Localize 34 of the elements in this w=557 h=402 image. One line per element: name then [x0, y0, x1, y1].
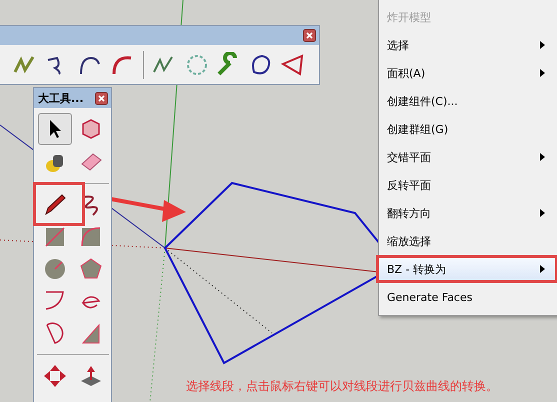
polygon-icon[interactable] — [78, 257, 102, 281]
rectangle-icon[interactable] — [42, 225, 66, 249]
menu-item[interactable]: 面积(A) — [376, 59, 557, 87]
menu-item[interactable]: 反转平面 — [376, 171, 557, 199]
menu-item-label: 选择 — [387, 38, 409, 52]
menu-item-label: 交错平面 — [387, 150, 431, 164]
rounded-rectangle-icon[interactable] — [78, 225, 102, 249]
menu-item[interactable]: 选择 — [376, 31, 557, 59]
menu-item-label: 创建群组(G) — [387, 122, 448, 136]
caption-text: 选择线段，点击鼠标右键可以对线段进行贝兹曲线的转换。 — [186, 378, 498, 395]
palette-title: 大工具... — [38, 90, 84, 106]
menu-item-label: 面积(A) — [387, 66, 426, 80]
highlight-frame — [33, 182, 85, 226]
menu-item-label: 翻转方向 — [387, 206, 431, 220]
menu-item[interactable]: 翻转方向 — [376, 199, 557, 227]
select-tool[interactable] — [38, 113, 72, 145]
close-icon[interactable] — [303, 29, 316, 42]
menu-item[interactable]: Generate Faces — [376, 283, 557, 311]
circle-icon[interactable] — [42, 257, 66, 281]
menu-item-label: 缩放选择 — [387, 234, 431, 248]
menu-item[interactable]: BZ - 转换为 — [376, 255, 557, 283]
menu-item[interactable]: 交错平面 — [376, 143, 557, 171]
pencil-icon[interactable] — [42, 193, 66, 217]
menu-item[interactable]: 创建群组(G) — [376, 115, 557, 143]
menu-item-label: 炸开模型 — [387, 10, 431, 24]
menu-item-label: 反转平面 — [387, 178, 431, 192]
menu-item-label: 创建组件(C)... — [387, 94, 458, 108]
move-icon[interactable] — [42, 364, 66, 388]
menu-item[interactable]: 创建组件(C)... — [376, 87, 557, 115]
menu-item-label: BZ - 转换为 — [387, 262, 446, 276]
menu-item[interactable]: 缩放选择 — [376, 227, 557, 255]
push-pull-icon[interactable] — [78, 364, 102, 388]
close-icon[interactable] — [95, 92, 108, 104]
menu-item-label: Generate Faces — [387, 290, 472, 304]
